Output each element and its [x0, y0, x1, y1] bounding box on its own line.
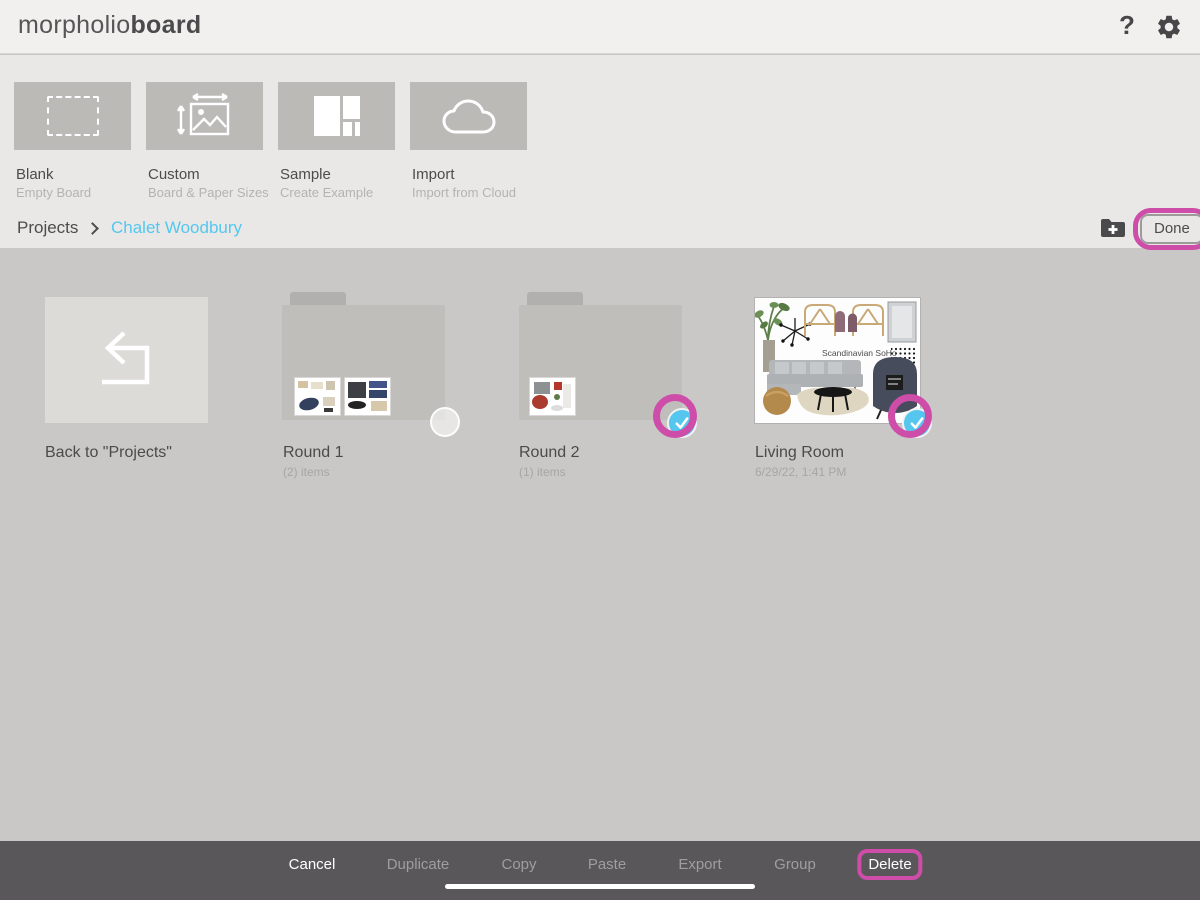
toolbar-group[interactable]: Group — [774, 856, 816, 873]
home-indicator[interactable] — [445, 884, 755, 889]
folder-tab — [290, 292, 346, 305]
logo-board: board — [130, 11, 201, 39]
checkmark-icon — [908, 414, 926, 432]
mini-board-thumbnail — [345, 378, 390, 415]
mini-board-thumbnail — [295, 378, 340, 415]
template-import-sublabel: Import from Cloud — [412, 185, 516, 200]
done-button[interactable]: Done — [1140, 214, 1200, 244]
mini-board-thumbnail — [530, 378, 575, 415]
breadcrumb-projects[interactable]: Projects — [17, 218, 78, 238]
toolbar-delete[interactable]: Delete — [868, 856, 911, 873]
template-custom-card[interactable] — [146, 82, 263, 150]
done-button-label: Done — [1154, 220, 1190, 237]
board-title-text: Scandinavian SoHo — [822, 348, 897, 358]
template-section: Blank Empty Board Custom Board & Paper S… — [0, 55, 1200, 248]
new-folder-icon[interactable] — [1100, 218, 1126, 238]
template-custom-sublabel: Board & Paper Sizes — [148, 185, 269, 200]
toolbar-duplicate[interactable]: Duplicate — [387, 856, 450, 873]
checkmark-icon — [673, 414, 691, 432]
gear-icon[interactable] — [1155, 13, 1183, 41]
chevron-right-icon — [86, 222, 99, 235]
app-logo: morpholioboard — [18, 11, 201, 40]
toolbar-cancel[interactable]: Cancel — [289, 856, 336, 873]
template-blank-label: Blank — [16, 166, 54, 183]
item-name: Round 2 — [519, 444, 580, 462]
item-meta: 6/29/22, 1:41 PM — [755, 465, 846, 479]
folder-tab — [527, 292, 583, 305]
board-living-room[interactable]: Scandinavian SoHo — [755, 298, 920, 423]
item-name: Living Room — [755, 444, 844, 462]
template-sample-sublabel: Create Example — [280, 185, 373, 200]
template-sample-card[interactable] — [278, 82, 395, 150]
blank-board-icon — [47, 96, 99, 136]
template-blank-card[interactable] — [14, 82, 131, 150]
toolbar-export[interactable]: Export — [678, 856, 721, 873]
custom-size-icon — [176, 92, 234, 140]
toolbar-delete-label: Delete — [868, 856, 911, 873]
selection-circle-round-2[interactable] — [667, 408, 697, 438]
return-arrow-icon — [83, 329, 171, 391]
template-blank-sublabel: Empty Board — [16, 185, 91, 200]
cloud-icon — [438, 93, 500, 139]
template-import-label: Import — [412, 166, 455, 183]
help-icon[interactable]: ? — [1119, 10, 1135, 41]
item-meta: (1) items — [519, 465, 566, 479]
breadcrumb-current-folder: Chalet Woodbury — [111, 218, 242, 238]
toolbar-paste[interactable]: Paste — [588, 856, 626, 873]
selection-circle-round-1[interactable] — [430, 407, 460, 437]
template-sample-label: Sample — [280, 166, 331, 183]
back-to-projects-card[interactable] — [45, 297, 208, 423]
toolbar-copy[interactable]: Copy — [501, 856, 536, 873]
selection-circle-living-room[interactable] — [902, 408, 932, 438]
item-name: Round 1 — [283, 444, 344, 462]
app-window: morpholioboard ? — [0, 0, 1200, 900]
template-import-card[interactable] — [410, 82, 527, 150]
item-meta: (2) items — [283, 465, 330, 479]
sample-layout-icon — [314, 96, 360, 136]
bottom-toolbar: Cancel Duplicate Copy Paste Export Group… — [0, 841, 1200, 900]
template-custom-label: Custom — [148, 166, 200, 183]
moodboard-preview: Scandinavian SoHo — [755, 298, 920, 423]
logo-morpholio: morpholio — [18, 11, 130, 39]
header-bar: morpholioboard ? — [0, 0, 1200, 54]
back-card-label: Back to "Projects" — [45, 444, 172, 462]
